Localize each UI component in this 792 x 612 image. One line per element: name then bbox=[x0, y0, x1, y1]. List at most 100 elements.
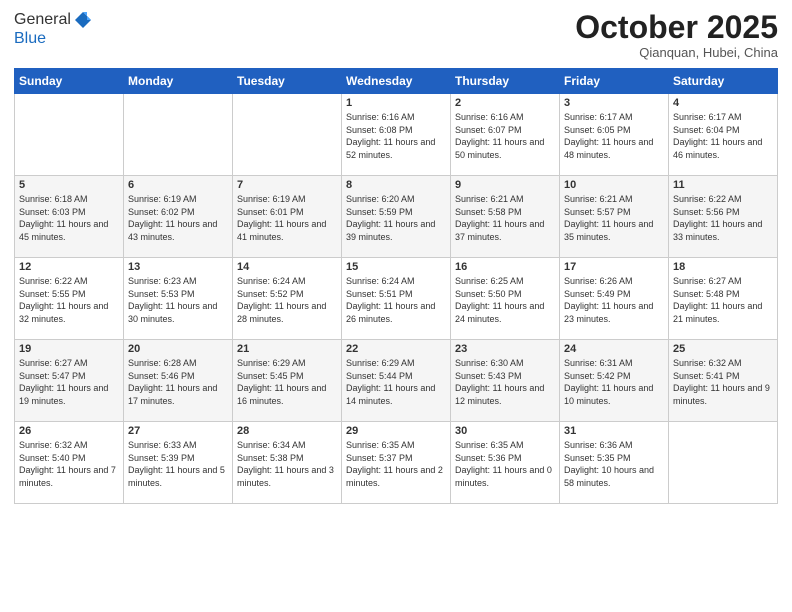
day-number: 24 bbox=[564, 343, 664, 355]
day-number: 17 bbox=[564, 261, 664, 273]
calendar-cell-1-4: 9 Sunrise: 6:21 AMSunset: 5:58 PMDaylight… bbox=[451, 176, 560, 258]
calendar-cell-1-2: 7 Sunrise: 6:19 AMSunset: 6:01 PMDaylight… bbox=[233, 176, 342, 258]
day-info: Sunrise: 6:17 AMSunset: 6:04 PMDaylight:… bbox=[673, 111, 773, 161]
weekday-header-row: Sunday Monday Tuesday Wednesday Thursday… bbox=[15, 69, 778, 94]
day-number: 20 bbox=[128, 343, 228, 355]
calendar-cell-2-2: 14 Sunrise: 6:24 AMSunset: 5:52 PMDayligh… bbox=[233, 258, 342, 340]
day-info: Sunrise: 6:34 AMSunset: 5:38 PMDaylight:… bbox=[237, 439, 337, 489]
day-number: 23 bbox=[455, 343, 555, 355]
day-number: 18 bbox=[673, 261, 773, 273]
day-info: Sunrise: 6:17 AMSunset: 6:05 PMDaylight:… bbox=[564, 111, 664, 161]
logo: General Blue bbox=[14, 10, 93, 48]
calendar-cell-2-4: 16 Sunrise: 6:25 AMSunset: 5:50 PMDayligh… bbox=[451, 258, 560, 340]
week-row-5: 26Sunrise: 6:32 AMSunset: 5:40 PMDayligh… bbox=[15, 422, 778, 504]
calendar-cell-2-1: 13Sunrise: 6:23 AMSunset: 5:53 PMDayligh… bbox=[124, 258, 233, 340]
calendar-cell-4-4: 30 Sunrise: 6:35 AMSunset: 5:36 PMDayligh… bbox=[451, 422, 560, 504]
day-info: Sunrise: 6:16 AMSunset: 6:08 PMDaylight:… bbox=[346, 111, 446, 161]
page: General Blue October 2025 Qianquan, Hube… bbox=[0, 0, 792, 612]
day-info: Sunrise: 6:21 AMSunset: 5:58 PMDaylight:… bbox=[455, 193, 555, 243]
calendar-cell-1-6: 11 Sunrise: 6:22 AMSunset: 5:56 PMDayligh… bbox=[669, 176, 778, 258]
title-block: October 2025 Qianquan, Hubei, China bbox=[575, 10, 778, 60]
calendar-cell-1-5: 10 Sunrise: 6:21 AMSunset: 5:57 PMDayligh… bbox=[560, 176, 669, 258]
calendar-cell-1-0: 5 Sunrise: 6:18 AMSunset: 6:03 PMDaylight… bbox=[15, 176, 124, 258]
header-monday: Monday bbox=[124, 69, 233, 94]
calendar-cell-4-0: 26Sunrise: 6:32 AMSunset: 5:40 PMDayligh… bbox=[15, 422, 124, 504]
day-number: 8 bbox=[346, 179, 446, 191]
day-info: Sunrise: 6:24 AMSunset: 5:52 PMDaylight:… bbox=[237, 275, 337, 325]
day-number: 14 bbox=[237, 261, 337, 273]
day-info: Sunrise: 6:19 AMSunset: 6:02 PMDaylight:… bbox=[128, 193, 228, 243]
day-info: Sunrise: 6:22 AMSunset: 5:56 PMDaylight:… bbox=[673, 193, 773, 243]
calendar-cell-1-3: 8 Sunrise: 6:20 AMSunset: 5:59 PMDaylight… bbox=[342, 176, 451, 258]
day-number: 12 bbox=[19, 261, 119, 273]
location-subtitle: Qianquan, Hubei, China bbox=[575, 45, 778, 60]
day-info: Sunrise: 6:35 AMSunset: 5:36 PMDaylight:… bbox=[455, 439, 555, 489]
calendar-cell-2-5: 17 Sunrise: 6:26 AMSunset: 5:49 PMDayligh… bbox=[560, 258, 669, 340]
day-number: 10 bbox=[564, 179, 664, 191]
day-number: 29 bbox=[346, 425, 446, 437]
day-number: 5 bbox=[19, 179, 119, 191]
day-number: 16 bbox=[455, 261, 555, 273]
week-row-1: 1 Sunrise: 6:16 AMSunset: 6:08 PMDaylight… bbox=[15, 94, 778, 176]
calendar-cell-4-2: 28 Sunrise: 6:34 AMSunset: 5:38 PMDayligh… bbox=[233, 422, 342, 504]
calendar-cell-3-6: 25Sunrise: 6:32 AMSunset: 5:41 PMDayligh… bbox=[669, 340, 778, 422]
calendar-cell-3-3: 22 Sunrise: 6:29 AMSunset: 5:44 PMDayligh… bbox=[342, 340, 451, 422]
day-info: Sunrise: 6:19 AMSunset: 6:01 PMDaylight:… bbox=[237, 193, 337, 243]
calendar-cell-0-2 bbox=[233, 94, 342, 176]
calendar-cell-0-5: 3 Sunrise: 6:17 AMSunset: 6:05 PMDaylight… bbox=[560, 94, 669, 176]
day-number: 9 bbox=[455, 179, 555, 191]
header-thursday: Thursday bbox=[451, 69, 560, 94]
day-info: Sunrise: 6:32 AMSunset: 5:41 PMDaylight:… bbox=[673, 357, 773, 407]
calendar-cell-3-1: 20Sunrise: 6:28 AMSunset: 5:46 PMDayligh… bbox=[124, 340, 233, 422]
day-info: Sunrise: 6:20 AMSunset: 5:59 PMDaylight:… bbox=[346, 193, 446, 243]
day-info: Sunrise: 6:18 AMSunset: 6:03 PMDaylight:… bbox=[19, 193, 119, 243]
day-number: 22 bbox=[346, 343, 446, 355]
calendar-cell-3-2: 21Sunrise: 6:29 AMSunset: 5:45 PMDayligh… bbox=[233, 340, 342, 422]
header-saturday: Saturday bbox=[669, 69, 778, 94]
day-number: 11 bbox=[673, 179, 773, 191]
calendar-cell-3-4: 23 Sunrise: 6:30 AMSunset: 5:43 PMDayligh… bbox=[451, 340, 560, 422]
day-number: 19 bbox=[19, 343, 119, 355]
header-tuesday: Tuesday bbox=[233, 69, 342, 94]
day-info: Sunrise: 6:26 AMSunset: 5:49 PMDaylight:… bbox=[564, 275, 664, 325]
week-row-3: 12Sunrise: 6:22 AMSunset: 5:55 PMDayligh… bbox=[15, 258, 778, 340]
day-number: 30 bbox=[455, 425, 555, 437]
calendar-cell-4-5: 31 Sunrise: 6:36 AMSunset: 5:35 PMDayligh… bbox=[560, 422, 669, 504]
day-info: Sunrise: 6:16 AMSunset: 6:07 PMDaylight:… bbox=[455, 111, 555, 161]
header-friday: Friday bbox=[560, 69, 669, 94]
day-info: Sunrise: 6:27 AMSunset: 5:47 PMDaylight:… bbox=[19, 357, 119, 407]
header-sunday: Sunday bbox=[15, 69, 124, 94]
day-info: Sunrise: 6:24 AMSunset: 5:51 PMDaylight:… bbox=[346, 275, 446, 325]
day-info: Sunrise: 6:36 AMSunset: 5:35 PMDaylight:… bbox=[564, 439, 664, 489]
day-number: 28 bbox=[237, 425, 337, 437]
day-number: 7 bbox=[237, 179, 337, 191]
calendar-cell-2-0: 12Sunrise: 6:22 AMSunset: 5:55 PMDayligh… bbox=[15, 258, 124, 340]
logo-blue-text: Blue bbox=[14, 30, 93, 48]
calendar-cell-0-1 bbox=[124, 94, 233, 176]
day-info: Sunrise: 6:29 AMSunset: 5:44 PMDaylight:… bbox=[346, 357, 446, 407]
day-number: 13 bbox=[128, 261, 228, 273]
calendar-cell-3-5: 24 Sunrise: 6:31 AMSunset: 5:42 PMDayligh… bbox=[560, 340, 669, 422]
day-info: Sunrise: 6:31 AMSunset: 5:42 PMDaylight:… bbox=[564, 357, 664, 407]
day-number: 31 bbox=[564, 425, 664, 437]
day-number: 6 bbox=[128, 179, 228, 191]
day-number: 3 bbox=[564, 97, 664, 109]
calendar-cell-0-0 bbox=[15, 94, 124, 176]
day-info: Sunrise: 6:29 AMSunset: 5:45 PMDaylight:… bbox=[237, 357, 337, 407]
calendar-cell-2-6: 18Sunrise: 6:27 AMSunset: 5:48 PMDayligh… bbox=[669, 258, 778, 340]
header-wednesday: Wednesday bbox=[342, 69, 451, 94]
month-title: October 2025 bbox=[575, 10, 778, 45]
day-info: Sunrise: 6:33 AMSunset: 5:39 PMDaylight:… bbox=[128, 439, 228, 489]
day-info: Sunrise: 6:25 AMSunset: 5:50 PMDaylight:… bbox=[455, 275, 555, 325]
day-info: Sunrise: 6:21 AMSunset: 5:57 PMDaylight:… bbox=[564, 193, 664, 243]
calendar-cell-1-1: 6 Sunrise: 6:19 AMSunset: 6:02 PMDaylight… bbox=[124, 176, 233, 258]
day-number: 1 bbox=[346, 97, 446, 109]
calendar-cell-3-0: 19 Sunrise: 6:27 AMSunset: 5:47 PMDayligh… bbox=[15, 340, 124, 422]
day-info: Sunrise: 6:30 AMSunset: 5:43 PMDaylight:… bbox=[455, 357, 555, 407]
calendar-cell-4-1: 27 Sunrise: 6:33 AMSunset: 5:39 PMDayligh… bbox=[124, 422, 233, 504]
day-number: 27 bbox=[128, 425, 228, 437]
calendar-cell-4-6 bbox=[669, 422, 778, 504]
week-row-4: 19 Sunrise: 6:27 AMSunset: 5:47 PMDayligh… bbox=[15, 340, 778, 422]
day-number: 15 bbox=[346, 261, 446, 273]
logo-general-text: General bbox=[14, 11, 71, 29]
